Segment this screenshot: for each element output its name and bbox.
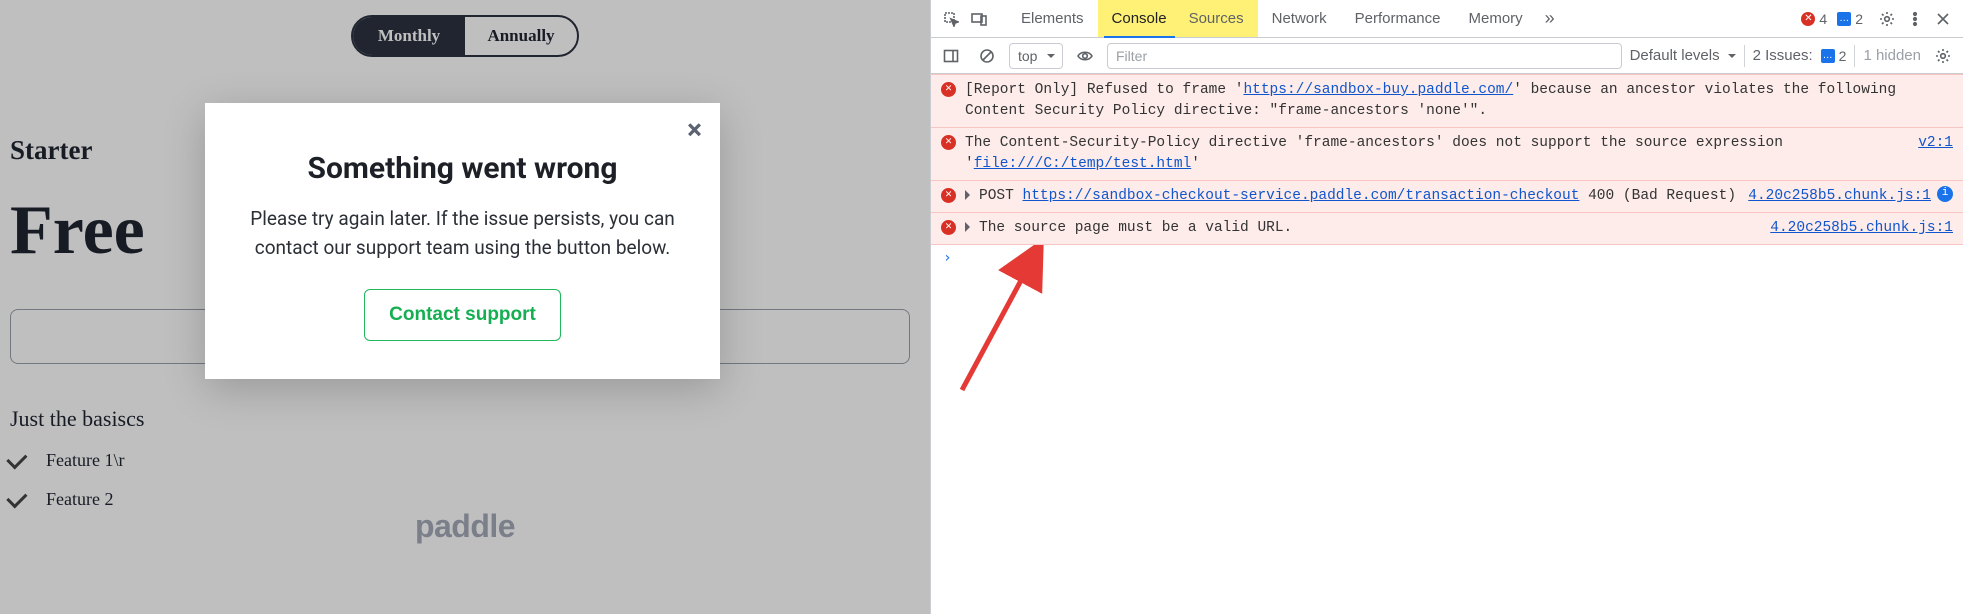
- paddle-logo: paddle: [415, 508, 515, 545]
- context-selector[interactable]: top: [1009, 43, 1063, 69]
- divider: [1744, 45, 1745, 67]
- log-entry-error[interactable]: ✕ v2:1 The Content-Security-Policy direc…: [931, 128, 1963, 181]
- clear-console-icon[interactable]: [973, 42, 1001, 70]
- error-icon: ✕: [941, 188, 956, 203]
- divider: [1854, 45, 1855, 67]
- error-icon: ✕: [941, 135, 956, 150]
- log-text: 400 (Bad Request): [1579, 188, 1736, 204]
- log-text: ': [1191, 156, 1200, 172]
- inspect-icon[interactable]: [937, 5, 965, 33]
- close-icon[interactable]: ×: [687, 113, 702, 146]
- error-modal: × Something went wrong Please try again …: [205, 103, 720, 379]
- log-entry-error[interactable]: ✕ [Report Only] Refused to frame 'https:…: [931, 74, 1963, 128]
- webpage-pane: Monthly Annually Starter Free Just the b…: [0, 0, 930, 614]
- expand-caret-icon[interactable]: [965, 190, 975, 200]
- console-settings-icon[interactable]: [1929, 42, 1957, 70]
- log-entry-error[interactable]: ✕ 4.20c258b5.chunk.js:1 The source page …: [931, 213, 1963, 245]
- log-text: The source page must be a valid URL.: [979, 220, 1292, 236]
- tab-console[interactable]: Console: [1098, 0, 1181, 37]
- log-link[interactable]: https://sandbox-buy.paddle.com/: [1243, 82, 1513, 98]
- modal-title: Something went wrong: [245, 151, 680, 186]
- log-link[interactable]: https://sandbox-checkout-service.paddle.…: [1023, 188, 1580, 204]
- console-log: ✕ [Report Only] Refused to frame 'https:…: [931, 74, 1963, 266]
- live-expression-icon[interactable]: [1071, 42, 1099, 70]
- tab-performance[interactable]: Performance: [1341, 0, 1455, 37]
- log-method: POST: [979, 188, 1014, 204]
- error-icon: ✕: [941, 82, 956, 97]
- filter-placeholder: Filter: [1116, 48, 1147, 64]
- info-square-icon: …: [1821, 49, 1835, 63]
- console-toolbar: top Filter Default levels 2 Issues: … 2 …: [931, 38, 1963, 74]
- info-badge[interactable]: … 2: [1837, 11, 1863, 27]
- contact-support-button[interactable]: Contact support: [364, 289, 561, 341]
- issues-label[interactable]: 2 Issues:: [1753, 47, 1813, 64]
- hidden-count: 1 hidden: [1863, 47, 1921, 64]
- issues-count: 2: [1839, 48, 1847, 64]
- console-prompt[interactable]: ›: [931, 245, 1963, 266]
- info-square-icon: …: [1837, 12, 1851, 26]
- device-toggle-icon[interactable]: [965, 5, 993, 33]
- error-dot-icon: ✕: [1801, 12, 1815, 26]
- close-devtools-icon[interactable]: [1929, 5, 1957, 33]
- context-value: top: [1018, 48, 1037, 64]
- gear-icon[interactable]: [1873, 5, 1901, 33]
- tab-elements[interactable]: Elements: [1007, 0, 1098, 37]
- error-count: 4: [1819, 11, 1827, 27]
- error-badge[interactable]: ✕ 4: [1801, 11, 1827, 27]
- tabs-overflow-icon[interactable]: »: [1537, 0, 1563, 37]
- sidebar-toggle-icon[interactable]: [937, 42, 965, 70]
- source-link[interactable]: 4.20c258b5.chunk.js:1: [1748, 186, 1931, 207]
- info-badge-icon[interactable]: i: [1937, 186, 1953, 202]
- devtools-tabbar: Elements Console Sources Network Perform…: [931, 0, 1963, 38]
- kebab-icon[interactable]: [1901, 5, 1929, 33]
- devtools-panel: Elements Console Sources Network Perform…: [930, 0, 1963, 614]
- issues-count-badge[interactable]: … 2: [1821, 48, 1847, 64]
- log-text: [Report Only] Refused to frame ': [965, 82, 1243, 98]
- modal-body: Please try again later. If the issue per…: [245, 204, 680, 263]
- log-entry-error[interactable]: ✕ i 4.20c258b5.chunk.js:1 POST https://s…: [931, 181, 1963, 213]
- tab-memory[interactable]: Memory: [1455, 0, 1537, 37]
- log-link[interactable]: file:///C:/temp/test.html: [974, 156, 1192, 172]
- source-link[interactable]: v2:1: [1918, 133, 1953, 154]
- source-link[interactable]: 4.20c258b5.chunk.js:1: [1770, 218, 1953, 239]
- error-icon: ✕: [941, 220, 956, 235]
- log-levels-selector[interactable]: Default levels: [1630, 47, 1736, 64]
- tab-network[interactable]: Network: [1258, 0, 1341, 37]
- tab-sources[interactable]: Sources: [1181, 0, 1258, 37]
- expand-caret-icon[interactable]: [965, 222, 975, 232]
- info-count: 2: [1855, 11, 1863, 27]
- filter-input[interactable]: Filter: [1107, 43, 1622, 69]
